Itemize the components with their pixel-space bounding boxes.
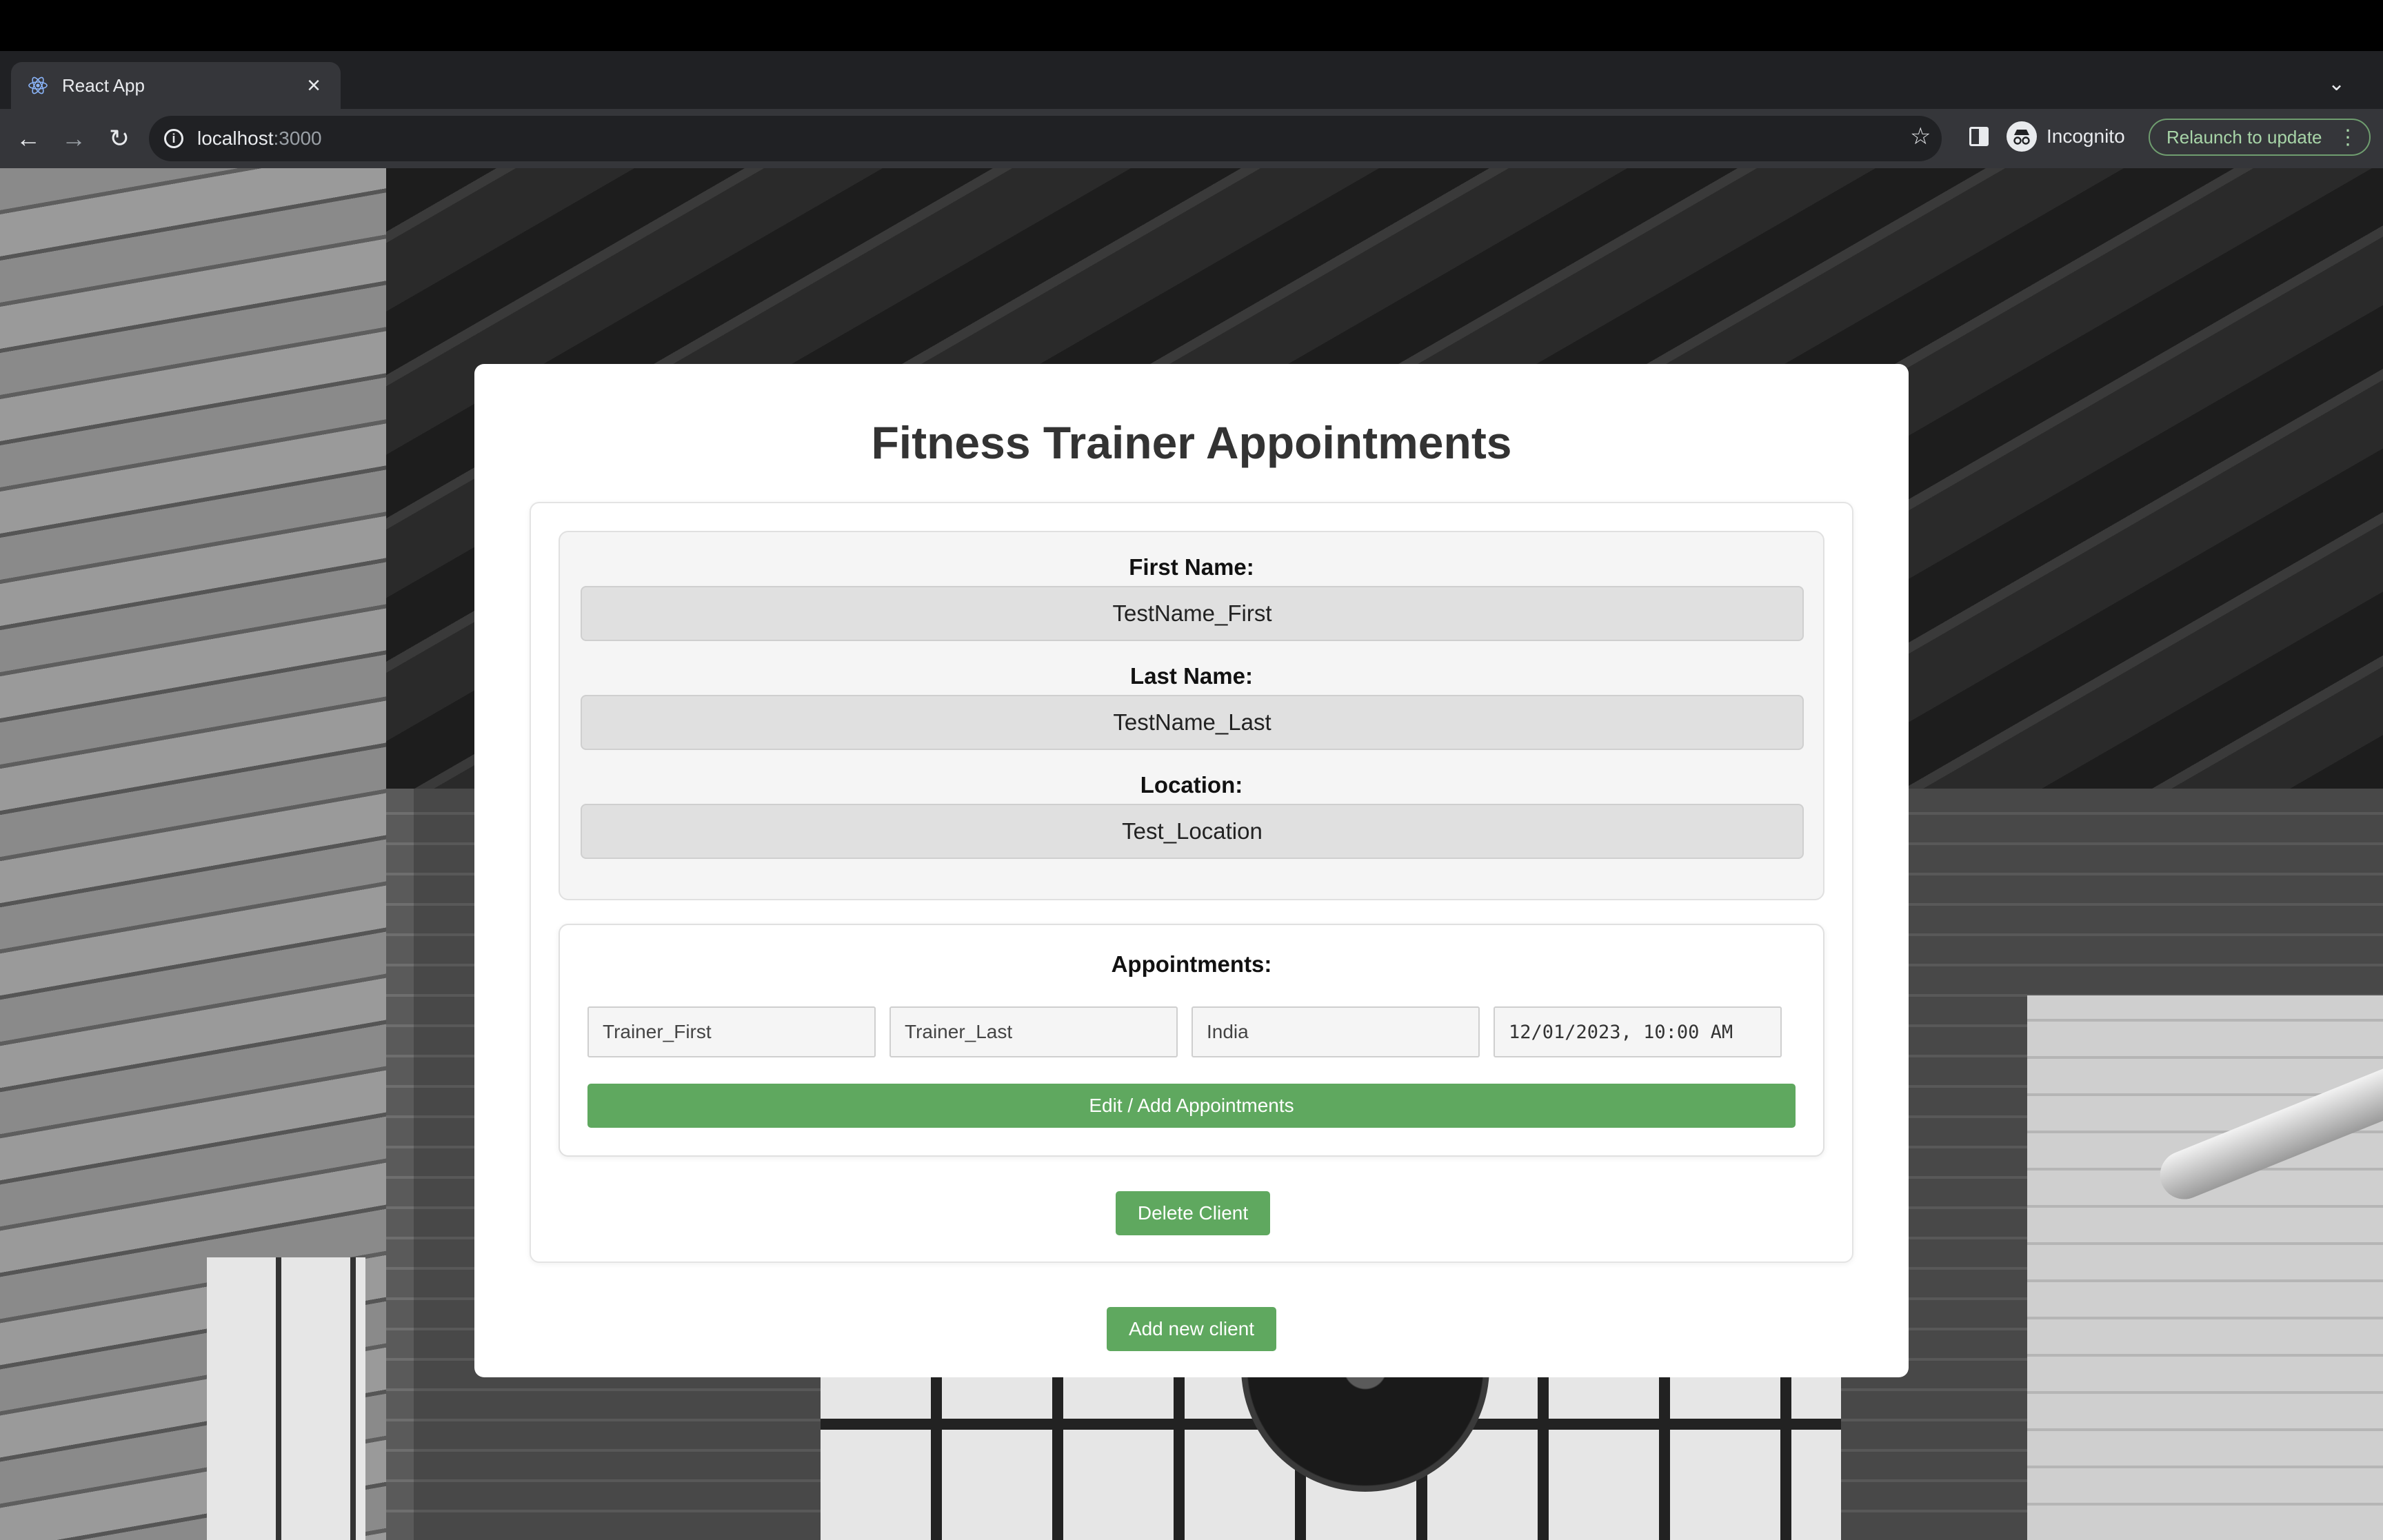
first-name-field[interactable]: TestName_First	[581, 586, 1804, 641]
client-card: First Name: TestName_First Last Name: Te…	[530, 502, 1853, 1263]
tab-react-app[interactable]: React App ×	[11, 62, 341, 109]
window-top-bar	[0, 0, 2383, 51]
page-title: Fitness Trainer Appointments	[871, 417, 1512, 468]
client-info-section: First Name: TestName_First Last Name: Te…	[559, 531, 1824, 900]
appointments-title: Appointments:	[1111, 951, 1272, 977]
relaunch-button[interactable]: Relaunch to update ⋮	[2149, 119, 2371, 156]
add-new-client-button[interactable]: Add new client	[1107, 1307, 1276, 1351]
appointments-section: Appointments: Trainer_First Trainer_Last…	[559, 924, 1824, 1157]
url-port: :3000	[273, 128, 322, 149]
tab-title: React App	[62, 74, 145, 96]
delete-client-button[interactable]: Delete Client	[1116, 1191, 1270, 1235]
location-label: Location:	[1140, 772, 1243, 798]
kebab-menu-icon[interactable]: ⋮	[2337, 125, 2358, 150]
location-field[interactable]: Test_Location	[581, 804, 1804, 859]
tab-strip: React App × +	[0, 51, 2383, 145]
address-bar[interactable]: i localhost:3000	[149, 116, 1942, 161]
reload-icon[interactable]: ↻	[103, 123, 135, 154]
edit-add-appointments-button[interactable]: Edit / Add Appointments	[587, 1084, 1796, 1128]
chevron-down-icon[interactable]: ⌄	[2328, 72, 2345, 96]
trainer-last-input[interactable]: Trainer_Last	[889, 1006, 1178, 1057]
react-icon	[28, 75, 48, 96]
last-name-field[interactable]: TestName_Last	[581, 695, 1804, 750]
relaunch-label: Relaunch to update	[2166, 126, 2322, 148]
appointment-location-input[interactable]: India	[1192, 1006, 1480, 1057]
url-host: localhost	[197, 128, 274, 149]
trainer-first-input[interactable]: Trainer_First	[587, 1006, 876, 1057]
app-card: Fitness Trainer Appointments First Name:…	[474, 364, 1909, 1377]
incognito-icon	[2007, 121, 2037, 152]
close-icon[interactable]: ×	[303, 74, 324, 97]
forward-arrow-icon[interactable]: →	[58, 123, 90, 154]
info-icon[interactable]: i	[164, 129, 183, 148]
first-name-label: First Name:	[1129, 554, 1254, 580]
back-arrow-icon[interactable]: ←	[12, 123, 44, 154]
incognito-label: Incognito	[2047, 125, 2125, 147]
side-panel-icon[interactable]	[1969, 127, 1989, 146]
page-viewport: Fitness Trainer Appointments First Name:…	[0, 168, 2383, 1540]
star-icon[interactable]: ☆	[1910, 123, 1931, 150]
incognito-indicator[interactable]: Incognito	[2007, 117, 2125, 156]
appointment-datetime-input[interactable]: 12/01/2023, 10:00 AM	[1494, 1006, 1782, 1057]
last-name-label: Last Name:	[1130, 663, 1253, 689]
background-left-window	[207, 1257, 365, 1540]
background-right-wall	[2027, 995, 2383, 1540]
